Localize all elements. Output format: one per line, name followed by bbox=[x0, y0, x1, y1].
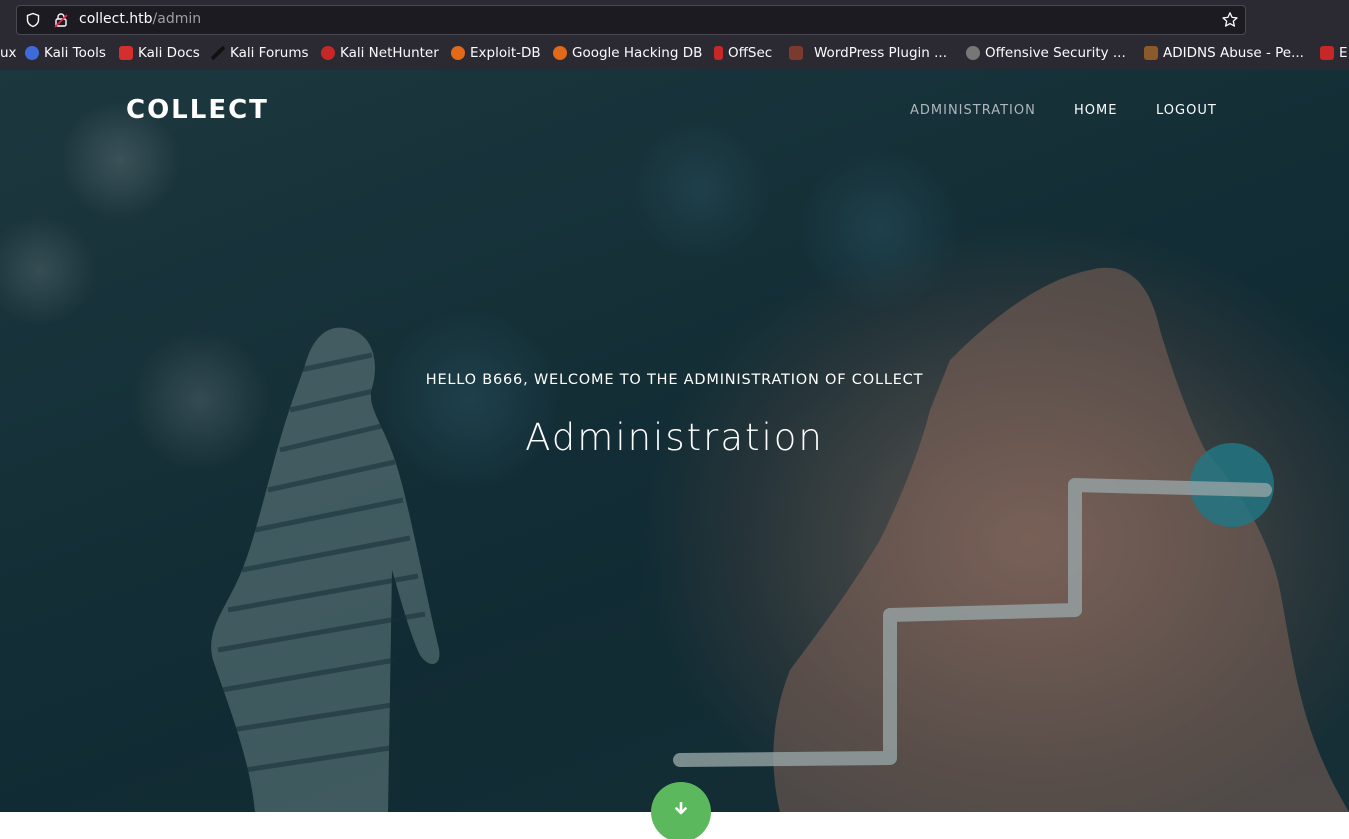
url-host: collect.htb bbox=[79, 11, 153, 27]
page-title: Administration bbox=[525, 416, 824, 459]
bookmark-item[interactable]: Kali NetHunter bbox=[321, 45, 439, 61]
bookmark-item[interactable]: Kali Docs bbox=[119, 45, 200, 61]
kali-docs-icon bbox=[119, 46, 133, 60]
nav-administration[interactable]: ADMINISTRATION bbox=[910, 103, 1036, 118]
adidns-icon bbox=[1144, 46, 1158, 60]
offsec-icon bbox=[714, 46, 723, 60]
bookmark-item[interactable]: Kali Forums bbox=[211, 45, 309, 61]
bookmark-item[interactable]: OffSec bbox=[714, 45, 772, 61]
offensive-security-icon bbox=[966, 46, 980, 60]
scroll-down-button[interactable] bbox=[651, 782, 711, 839]
url-text[interactable]: collect.htb/admin bbox=[79, 11, 201, 27]
kali-nethunter-icon bbox=[321, 46, 335, 60]
arrow-down-icon bbox=[675, 802, 687, 815]
address-bar[interactable]: collect.htb/admin bbox=[16, 5, 1246, 35]
bookmark-item[interactable]: ADIDNS Abuse - Pe... bbox=[1144, 45, 1304, 61]
lock-insecure-icon[interactable] bbox=[53, 12, 69, 28]
url-path: /admin bbox=[152, 11, 202, 27]
nav-logout[interactable]: LOGOUT bbox=[1156, 103, 1217, 118]
bookmark-item[interactable]: WordPress Plugin ... bbox=[789, 45, 947, 61]
bookmark-item[interactable]: Offensive Security ... bbox=[966, 45, 1126, 61]
wordpress-plugin-icon bbox=[789, 46, 803, 60]
site-brand[interactable]: COLLECT bbox=[126, 95, 269, 125]
exploit-db-icon bbox=[451, 46, 465, 60]
bookmark-item[interactable]: E bbox=[1320, 45, 1348, 61]
kali-tools-icon bbox=[25, 46, 39, 60]
bookmark-item[interactable]: Google Hacking DB bbox=[553, 45, 702, 61]
bookmark-item[interactable]: Exploit-DB bbox=[451, 45, 541, 61]
nav-home[interactable]: HOME bbox=[1074, 103, 1117, 118]
ghdb-icon bbox=[553, 46, 567, 60]
bookmark-icon bbox=[1320, 46, 1334, 60]
bookmark-item[interactable]: ux bbox=[0, 45, 17, 61]
bookmarks-toolbar: ux Kali Tools Kali Docs Kali Forums Kali… bbox=[0, 42, 1349, 66]
star-icon[interactable] bbox=[1221, 11, 1239, 29]
bookmark-item[interactable]: Kali Tools bbox=[25, 45, 106, 61]
kali-forums-icon bbox=[211, 46, 225, 60]
hero-greeting: HELLO B666, WELCOME TO THE ADMINISTRATIO… bbox=[425, 372, 924, 388]
browser-chrome: collect.htb/admin ux Kali Tools Kali Doc… bbox=[0, 0, 1349, 70]
shield-icon[interactable] bbox=[25, 12, 41, 28]
hero-section: COLLECT ADMINISTRATION HOME LOGOUT HELLO… bbox=[0, 70, 1349, 812]
